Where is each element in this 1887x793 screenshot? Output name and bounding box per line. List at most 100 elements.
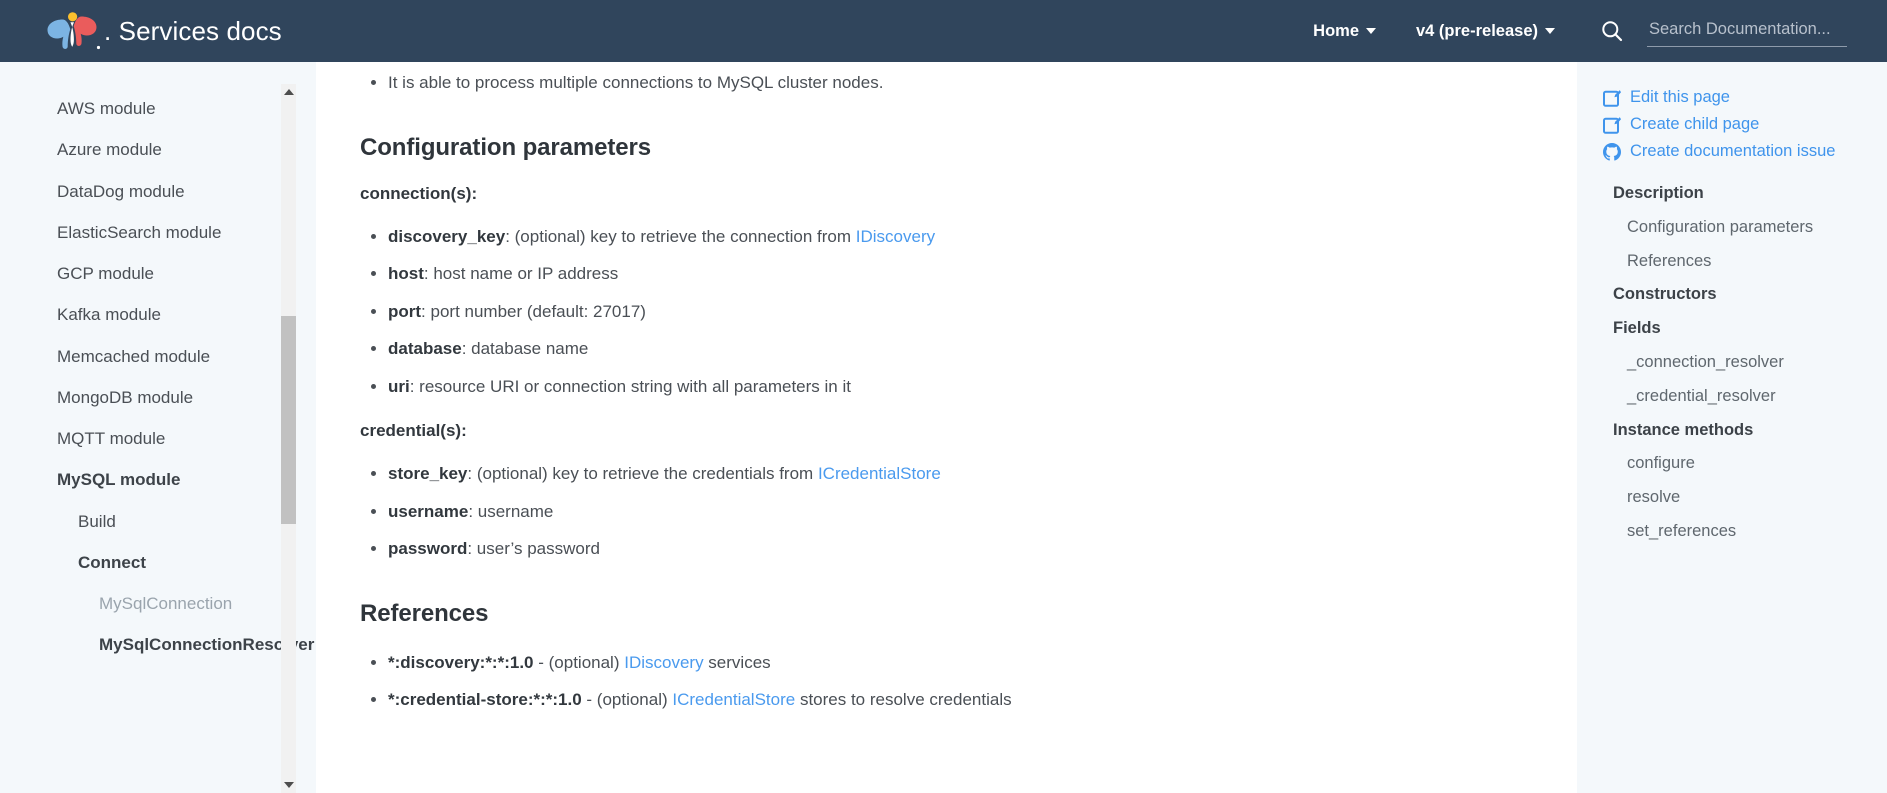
search-input[interactable]: [1647, 15, 1847, 47]
connection-param-name: discovery_key: [388, 226, 506, 246]
connection-param: port: port number (default: 27017): [388, 299, 1350, 325]
credential-param: username: username: [388, 499, 1350, 525]
action-create-documentation-issue[interactable]: Create documentation issue: [1603, 142, 1867, 161]
reference-item-link[interactable]: ICredentialStore: [672, 690, 795, 709]
sidebar-item-mqtt-module[interactable]: MQTT module: [0, 418, 316, 459]
pencil-square-icon: [1603, 116, 1621, 134]
github-icon: [1603, 142, 1621, 161]
pencil-square-icon: [1603, 89, 1621, 107]
intro-bullet: It is able to process multiple connectio…: [388, 70, 1350, 96]
sidebar-item-mysqlconnectionresolver[interactable]: MySqlConnectionResolver: [0, 624, 316, 665]
page-actions: Edit this page Create child page Create do…: [1603, 88, 1867, 161]
action-edit-this-page[interactable]: Edit this page: [1603, 88, 1867, 107]
search-box: [1647, 15, 1847, 47]
configuration-parameters-heading: Configuration parameters: [360, 133, 651, 161]
brand-logo-link[interactable]: . Services docs: [44, 10, 282, 52]
sidebar-item-kafka-module[interactable]: Kafka module: [0, 294, 316, 335]
nav-version-dropdown[interactable]: v4 (pre-release): [1416, 22, 1555, 41]
sidebar-item-mysql-module[interactable]: MySQL module: [0, 459, 316, 500]
connection-param: database: database name: [388, 336, 1350, 362]
sidebar-item-elasticsearch-module[interactable]: ElasticSearch module: [0, 212, 316, 253]
credential-param-name: store_key: [388, 464, 468, 483]
nav-home-label: Home: [1313, 21, 1359, 40]
nav-right-group: Home v4 (pre-release): [1313, 0, 1887, 62]
scroll-down-arrow-icon[interactable]: [281, 777, 296, 793]
sidebar-item-aws-module[interactable]: AWS module: [0, 88, 316, 129]
toc-item-resolve[interactable]: resolve: [1603, 481, 1867, 515]
credential-param-desc: : (optional) key to retrieve the credent…: [467, 464, 818, 483]
reference-item-name: *:discovery:*:*:1.0: [388, 652, 534, 672]
toc-item-description[interactable]: Description: [1603, 177, 1867, 211]
reference-item-tail: services: [703, 652, 771, 672]
credential-param-name: username: [388, 501, 469, 521]
page-body: AWS module Azure module DataDog module Elas…: [0, 62, 1887, 793]
credential-param-name: password: [388, 539, 468, 558]
connection-param: discovery_key: (optional) key to retriev…: [388, 224, 1350, 250]
toc-item-set_references[interactable]: set_references: [1603, 515, 1867, 549]
pip-butterfly-logo-icon: [44, 10, 101, 52]
connection-param-desc: : port number (default: 27017): [421, 301, 646, 321]
table-of-contents: Description Configuration parameters Refer…: [1603, 177, 1867, 549]
connection-param-desc: : (optional) key to retrieve the connect…: [505, 226, 856, 246]
toc-item-_credential_resolver[interactable]: _credential_resolver: [1603, 380, 1867, 414]
reference-item-desc: - (optional): [581, 690, 673, 709]
sidebar-item-gcp-module[interactable]: GCP module: [0, 253, 316, 294]
reference-item-desc: - (optional): [533, 652, 625, 672]
toc-item-_connection_resolver[interactable]: _connection_resolver: [1603, 346, 1867, 380]
toc-item-references[interactable]: References: [1603, 245, 1867, 279]
connection-param-desc: : database name: [461, 339, 589, 358]
credential-param-link[interactable]: ICredentialStore: [818, 464, 941, 483]
chevron-down-icon: [1545, 28, 1555, 34]
reference-item: *:discovery:*:*:1.0 - (optional) IDiscov…: [388, 650, 1350, 676]
credential-label: credential(s):: [360, 421, 467, 440]
references-heading: References: [360, 599, 489, 627]
credential-param-desc: : user’s password: [467, 539, 600, 558]
action-label: Edit this page: [1630, 88, 1730, 106]
toc-item-constructors[interactable]: Constructors: [1603, 278, 1867, 312]
action-create-child-page[interactable]: Create child page: [1603, 115, 1867, 134]
toc-item-configuration-parameters[interactable]: Configuration parameters: [1603, 211, 1867, 245]
references-list: *:discovery:*:*:1.0 - (optional) IDiscov…: [388, 650, 1350, 713]
connection-param-name: database: [388, 339, 462, 358]
sidebar-item-memcached-module[interactable]: Memcached module: [0, 336, 316, 377]
toc-item-fields[interactable]: Fields: [1603, 312, 1867, 346]
reference-item-link[interactable]: IDiscovery: [624, 653, 703, 672]
connection-param-name: port: [388, 301, 422, 321]
scroll-up-arrow-icon[interactable]: [281, 84, 296, 100]
scrollbar-thumb[interactable]: [281, 316, 296, 524]
sidebar-item-connect[interactable]: Connect: [0, 542, 316, 583]
sidebar-item-mysqlconnection[interactable]: MySqlConnection: [0, 583, 316, 624]
sidebar-item-datadog-module[interactable]: DataDog module: [0, 171, 316, 212]
chevron-down-icon: [1366, 28, 1376, 34]
top-navbar: . Services docs Home v4 (pre-release): [0, 0, 1887, 62]
sidebar-item-azure-module[interactable]: Azure module: [0, 129, 316, 170]
brand-title: . Services docs: [104, 15, 282, 46]
sidebar-item-build[interactable]: Build: [0, 501, 316, 542]
action-label: Create documentation issue: [1630, 142, 1836, 160]
connection-parameters-list: discovery_key: (optional) key to retriev…: [388, 224, 1350, 400]
connection-param: host: host name or IP address: [388, 261, 1350, 287]
credential-parameters-list: store_key: (optional) key to retrieve th…: [388, 461, 1350, 562]
left-sidebar-scrollbar[interactable]: [281, 84, 296, 793]
credential-param-desc: : username: [468, 501, 554, 521]
reference-item-name: *:credential-store:*:*:1.0: [388, 690, 582, 709]
connection-param-name: uri: [388, 376, 410, 396]
credential-param: store_key: (optional) key to retrieve th…: [388, 461, 1350, 487]
connection-param-desc: : host name or IP address: [423, 264, 619, 283]
connection-param-link[interactable]: IDiscovery: [856, 227, 935, 246]
toc-item-configure[interactable]: configure: [1603, 447, 1867, 481]
reference-item: *:credential-store:*:*:1.0 - (optional) …: [388, 687, 1350, 713]
main-content: It is able to process multiple connectio…: [316, 62, 1577, 793]
nav-home-dropdown[interactable]: Home: [1313, 22, 1376, 41]
toc-item-instance-methods[interactable]: Instance methods: [1603, 414, 1867, 448]
search-icon[interactable]: [1595, 14, 1629, 48]
connection-param-name: host: [388, 264, 424, 283]
nav-version-label: v4 (pre-release): [1416, 21, 1538, 40]
intro-bullet-list: It is able to process multiple connectio…: [388, 70, 1350, 96]
left-sidebar: AWS module Azure module DataDog module Elas…: [0, 62, 316, 793]
right-sidebar: Edit this page Create child page Create do…: [1577, 62, 1887, 793]
left-nav-list: AWS module Azure module DataDog module Elas…: [0, 62, 316, 666]
connection-param: uri: resource URI or connection string w…: [388, 374, 1350, 400]
sidebar-item-mongodb-module[interactable]: MongoDB module: [0, 377, 316, 418]
credential-param: password: user’s password: [388, 536, 1350, 562]
